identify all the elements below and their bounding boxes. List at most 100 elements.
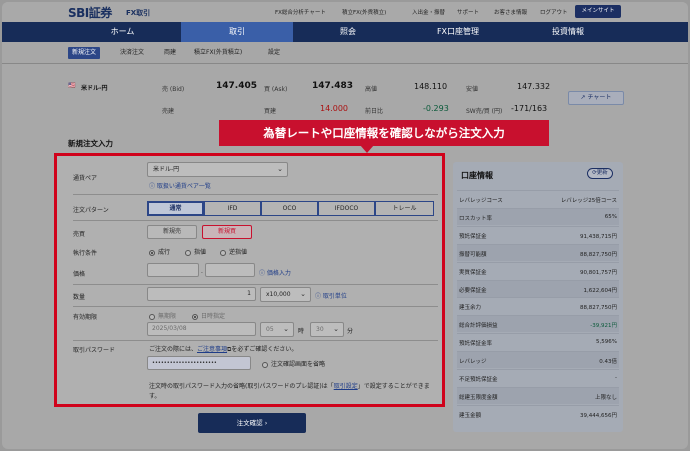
pattern-ifd[interactable]: IFD xyxy=(204,201,261,216)
account-row-label: 総建玉限度金額 xyxy=(459,394,498,401)
password-input[interactable]: •••••••••••••••••••••• xyxy=(147,356,251,370)
password-label: 取引パスワード xyxy=(73,347,116,354)
price-input-text: 価格入力 xyxy=(266,270,291,277)
account-row-value: 88,827,750円 xyxy=(580,251,617,258)
sw-value: -171/163 xyxy=(511,104,548,113)
account-row: 預託保証金 91,438,715円 xyxy=(457,225,619,243)
expiry-hour-select[interactable]: 05 ⌄ xyxy=(260,322,294,337)
account-row-label: 預託保証金 xyxy=(459,233,487,240)
pattern-normal[interactable]: 通常 xyxy=(147,201,204,216)
sw-label: SW売/買 (円) xyxy=(466,108,503,115)
qty-input[interactable]: 1 xyxy=(147,287,256,301)
tab-new-order[interactable]: 新規注文 xyxy=(68,47,101,59)
bid-label: 売 (Bid) xyxy=(162,86,185,93)
divider xyxy=(73,340,438,341)
pair-select[interactable]: 米ドル-円 ⌄ xyxy=(147,162,288,177)
buy-swap-label: 買建 xyxy=(264,108,277,115)
us-flag-icon: 🇺🇸 xyxy=(68,82,76,89)
tab-close-order[interactable]: 決済注文 xyxy=(116,47,148,59)
radio-icon xyxy=(220,249,226,256)
account-row-value: 5,596% xyxy=(596,339,617,346)
price-input-link[interactable]: ⓘ 価格入力 xyxy=(259,268,291,277)
chart-button[interactable]: ↗ チャート xyxy=(568,91,624,105)
account-row: 建玉余力 88,827,750円 xyxy=(457,297,619,314)
buy-button[interactable]: 新規買 xyxy=(202,225,252,239)
chevron-right-icon: › xyxy=(264,419,268,427)
account-row: 総合計評価損益 -39,921円 xyxy=(457,315,619,333)
main-site-button[interactable]: メインサイト xyxy=(575,5,621,18)
exec-stop-radio[interactable]: 逆指値 xyxy=(220,247,247,256)
exec-market-radio[interactable]: 成行 xyxy=(149,247,170,256)
high-label: 高値 xyxy=(365,86,378,93)
logout-link[interactable]: ログアウト xyxy=(540,8,568,16)
ask-label: 買 (Ask) xyxy=(264,86,288,93)
qty-unit-select[interactable]: x10,000 ⌄ xyxy=(260,287,311,302)
callout-banner: 為替レートや口座情報を確認しながら注文入力 xyxy=(219,120,549,146)
ask-value: 147.483 xyxy=(312,81,353,91)
deposit-link[interactable]: 入出金・振替 xyxy=(412,8,445,16)
customer-info-link[interactable]: お客さま情報 xyxy=(494,8,527,16)
nav-inquiry[interactable]: 照会 xyxy=(293,22,403,42)
account-row-label: ロスカット率 xyxy=(459,215,493,222)
confirm-order-button[interactable]: 注文確認 › xyxy=(198,413,306,433)
account-row-value: 91,438,715円 xyxy=(580,233,617,240)
account-panel: 口座情報 ⟳更新 レバレッジコース レバレッジ25倍コース ロスカット率 65% 預託保… xyxy=(453,162,623,432)
chevron-down-icon: ⌄ xyxy=(277,165,283,173)
fx-chart-link[interactable]: FX総合分析チャート xyxy=(275,8,326,16)
nav-home[interactable]: ホーム xyxy=(64,22,181,42)
account-row-label: 振替可能額 xyxy=(459,251,487,258)
refresh-button[interactable]: ⟳更新 xyxy=(587,168,613,179)
account-row-value: 0.43倍 xyxy=(599,359,617,366)
account-row-value: - xyxy=(615,375,617,381)
order-form: 通貨ペア 米ドル-円 ⌄ ⓘ 取扱い通貨ペア一覧 注文パターン 通常 IFD O… xyxy=(54,153,445,407)
tab-savings[interactable]: 積立FX(外貨積立) xyxy=(190,47,246,59)
divider xyxy=(73,284,438,285)
exec-market-label: 成行 xyxy=(158,249,171,256)
checkbox-icon xyxy=(262,361,268,368)
account-row-label: 建玉余力 xyxy=(459,305,482,312)
account-row: レバレッジ 0.43倍 xyxy=(457,351,619,369)
low-label: 安値 xyxy=(466,86,479,93)
account-row-label: 建玉金額 xyxy=(459,412,482,419)
prev-value: -0.293 xyxy=(423,104,449,113)
buy-swap-value: 14.000 xyxy=(320,104,348,113)
expiry-none-radio[interactable]: 無期限 xyxy=(149,311,176,320)
pattern-trail[interactable]: トレール xyxy=(375,201,434,216)
fx-savings-link[interactable]: 積立FX(外貨積立) xyxy=(342,8,386,16)
pattern-oco[interactable]: OCO xyxy=(261,201,318,216)
sbi-logo[interactable]: SBI証券 xyxy=(68,4,112,21)
trade-settings-link[interactable]: 取引設定 xyxy=(334,383,358,390)
account-row: 預託保証金率 5,596% xyxy=(457,333,619,350)
pair-list-link[interactable]: ⓘ 取扱い通貨ペア一覧 xyxy=(149,181,211,190)
support-link[interactable]: サポート xyxy=(457,8,479,16)
account-row: 建玉金額 39,444,656円 xyxy=(457,404,619,422)
main-nav: ホーム 取引 照会 FX口座管理 投資情報 xyxy=(2,22,688,42)
sell-button[interactable]: 新規売 xyxy=(147,225,197,239)
expiry-min-select[interactable]: 30 ⌄ xyxy=(310,322,344,337)
account-row-label: 必要保証金 xyxy=(459,287,487,294)
notice-link[interactable]: ご注意事項 xyxy=(197,346,227,353)
skip-confirm-checkbox[interactable]: 注文確認画面を省略 xyxy=(262,359,325,368)
tab-settings[interactable]: 設定 xyxy=(264,47,284,59)
bottom-note-3: す。 xyxy=(149,393,161,400)
qty-unit-link[interactable]: ⓘ 取引単位 xyxy=(315,291,347,300)
expiry-datetime-radio[interactable]: 日時指定 xyxy=(192,311,225,320)
exec-limit-radio[interactable]: 指値 xyxy=(185,247,206,256)
callout-tail xyxy=(360,145,374,153)
pattern-ifdoco[interactable]: IFDOCO xyxy=(318,201,375,216)
price-int-input[interactable] xyxy=(147,263,199,277)
nav-trade[interactable]: 取引 xyxy=(181,22,293,42)
account-row-value: 39,444,656円 xyxy=(580,412,617,419)
account-row: 振替可能額 88,827,750円 xyxy=(457,243,619,261)
chart-button-label: チャート xyxy=(587,94,612,101)
tab-both[interactable]: 両建 xyxy=(160,47,180,59)
account-title: 口座情報 xyxy=(461,171,493,180)
nav-account[interactable]: FX口座管理 xyxy=(403,22,513,42)
expiry-date-input[interactable]: 2025/03/08 xyxy=(147,322,256,336)
pair-name: 米ドル-円 xyxy=(81,85,108,92)
fx-label: FX取引 xyxy=(126,9,151,17)
account-row-value: 65% xyxy=(604,213,617,220)
nav-info[interactable]: 投資情報 xyxy=(513,22,623,42)
price-dec-input[interactable] xyxy=(205,263,255,277)
account-row: 不足預託保証金 - xyxy=(457,369,619,386)
